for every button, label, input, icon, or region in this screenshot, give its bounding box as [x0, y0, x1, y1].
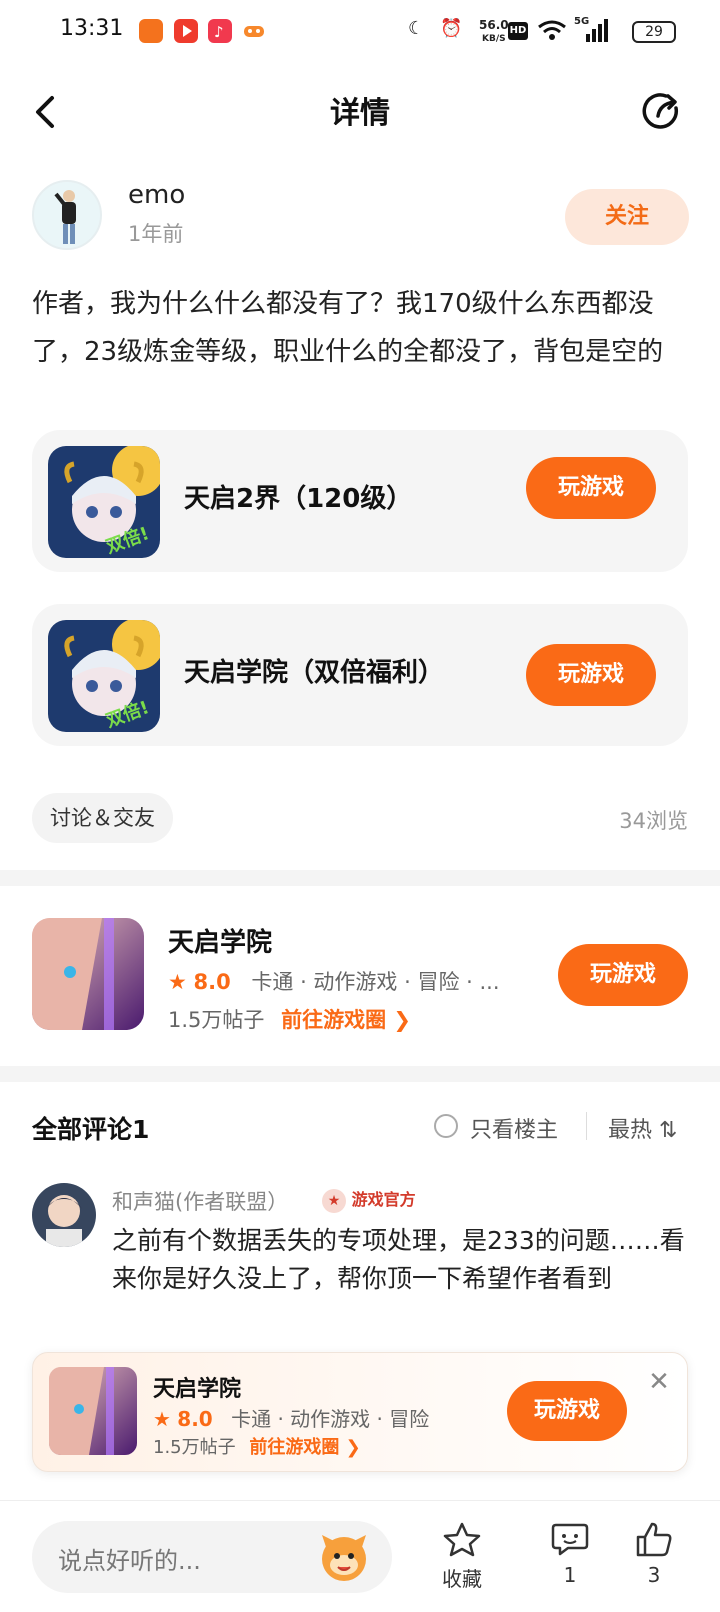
- game-rating: 8.0: [193, 970, 231, 994]
- signal-icon: [586, 18, 608, 46]
- mascot-emoji-icon[interactable]: [316, 1529, 372, 1585]
- floating-game-card[interactable]: 天启学院 ★ 8.0 卡通 · 动作游戏 · 冒险 1.5万帖子 前往游戏圈 ❯…: [32, 1352, 688, 1472]
- close-icon[interactable]: ✕: [645, 1369, 673, 1397]
- official-badge: ★ 游戏官方: [322, 1186, 416, 1213]
- game-rating-row: ★ 8.0 卡通 · 动作游戏 · 冒险 · ...: [168, 966, 500, 996]
- game-circle-thumbnail[interactable]: [32, 918, 144, 1030]
- like-count: 3: [647, 1563, 661, 1587]
- moon-icon: ☾: [408, 18, 425, 39]
- goto-game-circle-link[interactable]: 前往游戏圈 ❯: [249, 1437, 360, 1458]
- page-title: 详情: [330, 96, 390, 131]
- game-posts-row: 1.5万帖子 前往游戏圈 ❯: [168, 1004, 411, 1034]
- floating-game-rating-row: ★ 8.0 卡通 · 动作游戏 · 冒险: [153, 1403, 429, 1432]
- battery-icon: 29: [632, 21, 676, 43]
- floating-game-posts-row: 1.5万帖子 前往游戏圈 ❯: [153, 1433, 361, 1459]
- view-count: 34浏览: [619, 809, 688, 833]
- star-badge-icon: ★: [322, 1189, 346, 1213]
- post-count: 1.5万帖子: [153, 1437, 236, 1458]
- status-bar: 13:31 ♪ ☾ ⏰ 56.0 KB/S HD 5G 29: [0, 0, 720, 66]
- bottom-bar: 说点好听的... 收藏 1 3: [0, 1500, 720, 1612]
- section-divider: [0, 1066, 720, 1082]
- net-speed-value: 56.0: [479, 18, 509, 32]
- game-thumbnail: 双倍!: [48, 620, 160, 732]
- wifi-icon: [537, 18, 567, 46]
- author-name[interactable]: emo: [128, 180, 185, 210]
- music-app-icon: ♪: [208, 19, 232, 43]
- star-icon: ★: [153, 1407, 171, 1431]
- commenter-name[interactable]: 和声猫(作者联盟）: [112, 1186, 288, 1216]
- comment-text: 之前有个数据丢失的专项处理，是233的问题……看来你是好久没上了，帮你顶一下希望…: [112, 1226, 685, 1293]
- favorite-button[interactable]: 收藏: [422, 1521, 502, 1592]
- game-thumbnail: 双倍!: [48, 446, 160, 558]
- sort-toggle[interactable]: 最热 ⇅: [608, 1112, 677, 1144]
- game-card[interactable]: 双倍! 天启2界（120级） 玩游戏: [32, 430, 688, 572]
- favorite-label: 收藏: [442, 1567, 482, 1591]
- section-divider: [0, 870, 720, 886]
- video-app-icon: [174, 19, 198, 43]
- game-name: 天启2界（120级）: [184, 484, 413, 514]
- like-button[interactable]: 3: [614, 1521, 694, 1587]
- star-outline-icon: [443, 1522, 481, 1557]
- play-game-button[interactable]: 玩游戏: [558, 944, 688, 1006]
- floating-game-title: 天启学院: [153, 1377, 242, 1402]
- comment-bubble-icon: [551, 1523, 589, 1556]
- star-icon: ★: [168, 970, 187, 994]
- status-time: 13:31: [60, 16, 124, 41]
- game-tags: 卡通 · 动作游戏 · 冒险 · ...: [251, 970, 500, 994]
- only-op-label[interactable]: 只看楼主: [470, 1112, 558, 1144]
- play-game-button[interactable]: 玩游戏: [526, 644, 656, 706]
- post-count: 1.5万帖子: [168, 1008, 265, 1032]
- thumbs-up-icon: [636, 1522, 672, 1557]
- floating-game-thumbnail: [49, 1367, 137, 1455]
- follow-button[interactable]: 关注: [565, 189, 689, 245]
- game-circle-title[interactable]: 天启学院: [168, 922, 272, 959]
- net-speed-unit: KB/S: [482, 34, 506, 44]
- net-speed: 56.0 KB/S: [479, 19, 509, 45]
- commenter-avatar[interactable]: [32, 1183, 96, 1247]
- author-avatar[interactable]: [32, 180, 102, 250]
- post-time: 1年前: [128, 222, 184, 246]
- app-store-icon: [139, 19, 163, 43]
- game-app-icon: [242, 19, 266, 43]
- goto-game-circle-link[interactable]: 前往游戏圈 ❯: [281, 1008, 411, 1032]
- play-game-button[interactable]: 玩游戏: [526, 457, 656, 519]
- hd-icon: HD: [508, 22, 528, 40]
- comment-button[interactable]: 1: [530, 1521, 610, 1587]
- topic-tag[interactable]: 讨论＆交友: [32, 793, 173, 843]
- game-name: 天启学院（双倍福利）: [184, 658, 445, 688]
- floating-game-tags: 卡通 · 动作游戏 · 冒险: [231, 1407, 430, 1431]
- share-button[interactable]: [640, 88, 686, 134]
- post-body: 作者，我为什么什么都没有了？我170级什么东西都没了，23级炼金等级，职业什么的…: [32, 289, 664, 367]
- play-game-button[interactable]: 玩游戏: [507, 1381, 627, 1441]
- comment-input[interactable]: 说点好听的...: [32, 1521, 392, 1593]
- alarm-icon: ⏰: [440, 18, 463, 39]
- divider: [586, 1112, 587, 1140]
- floating-game-rating: 8.0: [177, 1407, 213, 1431]
- only-op-radio[interactable]: [434, 1114, 458, 1138]
- comment-input-placeholder: 说点好听的...: [58, 1547, 201, 1575]
- comment-count: 1: [563, 1563, 577, 1587]
- svg-text:♪: ♪: [214, 23, 224, 41]
- official-badge-label: 游戏官方: [351, 1190, 416, 1209]
- comments-title: 全部评论1: [32, 1115, 150, 1144]
- game-card[interactable]: 双倍! 天启学院（双倍福利） 玩游戏: [32, 604, 688, 746]
- share-icon: [642, 93, 679, 129]
